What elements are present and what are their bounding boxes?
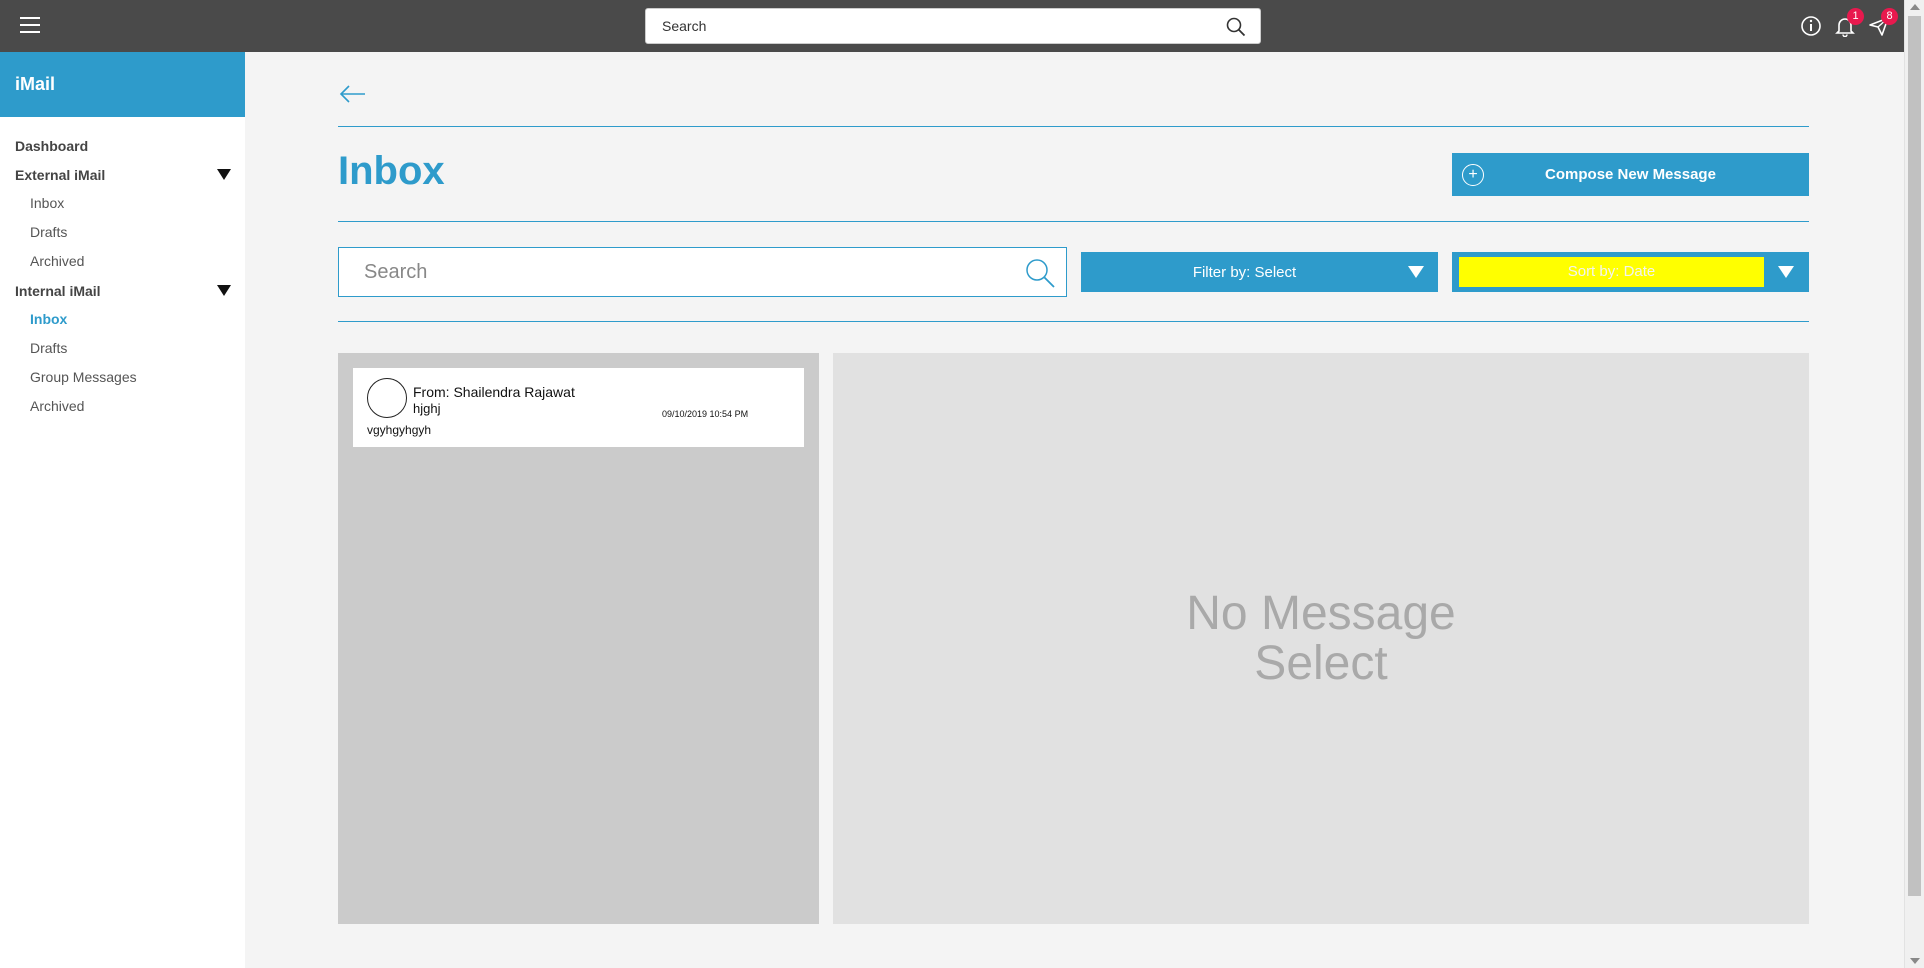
app-brand[interactable]: iMail — [0, 52, 245, 117]
message-sender: From: Shailendra Rajawat — [413, 384, 575, 400]
message-date: 09/10/2019 10:54 PM — [662, 409, 749, 419]
scroll-down-arrow-icon[interactable] — [1910, 958, 1920, 964]
divider — [338, 126, 1809, 127]
notifications-badge: 1 — [1847, 8, 1864, 25]
top-bar: 1 8 — [0, 0, 1904, 52]
messages-badge: 8 — [1881, 8, 1898, 25]
page-scrollbar[interactable] — [1904, 0, 1924, 968]
caret-down-icon[interactable] — [217, 285, 231, 296]
compose-label: Compose New Message — [1545, 166, 1716, 183]
sidebar-group-label: External iMail — [15, 166, 106, 183]
caret-down-icon[interactable] — [217, 169, 231, 180]
info-icon[interactable] — [1800, 15, 1822, 37]
sidebar-item-label: Dashboard — [15, 137, 89, 154]
filter-label: Filter by: Select — [1192, 263, 1297, 281]
message-search — [338, 247, 1067, 297]
sort-dropdown[interactable]: Sort by: Date — [1452, 252, 1809, 292]
message-preview: vgyhgyhgyh — [367, 423, 432, 437]
sidebar-item-internal-archived[interactable]: Archived — [0, 392, 245, 421]
search-icon[interactable] — [1024, 257, 1056, 294]
message-detail-panel: No Message Select — [833, 353, 1809, 924]
global-search — [645, 8, 1261, 44]
search-icon[interactable] — [1226, 17, 1246, 42]
divider — [338, 221, 1809, 222]
sidebar: iMail Dashboard External iMail Inbox Dra… — [0, 52, 245, 968]
back-arrow-icon[interactable] — [338, 84, 368, 104]
scrollbar-thumb[interactable] — [1908, 16, 1921, 896]
sidebar-item-internal-inbox[interactable]: Inbox — [0, 305, 245, 334]
sidebar-group-external-imail[interactable]: External iMail — [0, 160, 245, 189]
message-list-item[interactable]: From: Shailendra Rajawat hjghj 09/10/201… — [353, 368, 804, 447]
filter-dropdown[interactable]: Filter by: Select — [1081, 252, 1438, 292]
compose-new-message-button[interactable]: + Compose New Message — [1452, 153, 1809, 196]
sidebar-nav: Dashboard External iMail Inbox Drafts Ar… — [0, 117, 245, 421]
hamburger-menu-icon[interactable] — [20, 17, 40, 33]
avatar — [367, 378, 407, 418]
dropdown-arrow-icon — [1408, 266, 1424, 278]
sidebar-item-external-archived[interactable]: Archived — [0, 247, 245, 276]
dropdown-arrow-icon — [1778, 266, 1794, 278]
top-icons: 1 8 — [1800, 8, 1898, 38]
sidebar-item-internal-drafts[interactable]: Drafts — [0, 334, 245, 363]
page-title: Inbox — [338, 149, 445, 193]
sidebar-group-label: Internal iMail — [15, 282, 101, 299]
scroll-up-arrow-icon[interactable] — [1910, 4, 1920, 10]
sidebar-group-internal-imail[interactable]: Internal iMail — [0, 276, 245, 305]
sidebar-item-external-inbox[interactable]: Inbox — [0, 189, 245, 218]
sort-label: Sort by: Date — [1459, 257, 1764, 287]
message-list: From: Shailendra Rajawat hjghj 09/10/201… — [338, 353, 819, 924]
message-subject: hjghj — [413, 401, 441, 416]
global-search-input[interactable] — [646, 9, 1206, 43]
plus-circle-icon: + — [1462, 163, 1484, 186]
sidebar-item-group-messages[interactable]: Group Messages — [0, 363, 245, 392]
sidebar-item-external-drafts[interactable]: Drafts — [0, 218, 245, 247]
divider — [338, 321, 1809, 322]
send-messages-icon[interactable]: 8 — [1868, 8, 1898, 37]
sidebar-item-dashboard[interactable]: Dashboard — [0, 131, 245, 160]
empty-state-text: No Message Select — [1186, 586, 1456, 690]
notifications-bell-icon[interactable]: 1 — [1834, 8, 1864, 38]
message-search-input[interactable] — [339, 248, 989, 296]
